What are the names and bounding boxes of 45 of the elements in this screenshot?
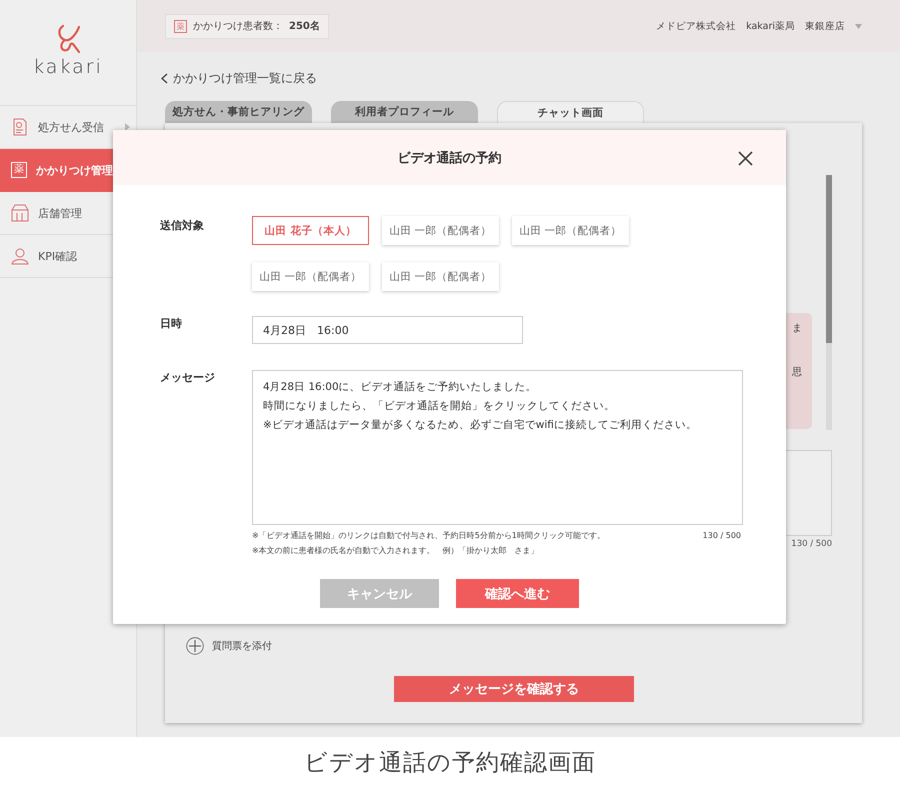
- store-icon: [11, 204, 29, 222]
- field-label: 送信対象: [160, 218, 205, 234]
- scrollbar[interactable]: [826, 175, 832, 430]
- company-name: メドピア株式会社: [656, 20, 736, 32]
- datetime-field[interactable]: 4月28日 16:00: [252, 316, 523, 344]
- recipient-option[interactable]: 山田 花子（本人）: [252, 216, 369, 245]
- bubble-text: 思: [792, 366, 802, 379]
- logo-text: kakari: [33, 56, 103, 78]
- caption: ビデオ通話の予約確認画面: [304, 748, 596, 778]
- confirm-message-button[interactable]: メッセージを確認する: [394, 676, 634, 702]
- recipient-option[interactable]: 山田 一郎（配偶者）: [512, 216, 629, 245]
- character-counter: 130 / 500: [791, 539, 832, 549]
- message-field[interactable]: 4月28日 16:00に、ビデオ通話をご予約いたしました。 時間になりましたら、「ビデオ通話を開始」をクリックしてください。 ※ビデオ通話はデータ量が多くなるため、必ずご自宅でwifiに接続してご利用ください。: [252, 370, 743, 525]
- note-text: ※「ビデオ通話を開始」のリンクは自動で付与され、予約日時5分前から1時間クリック可能です。: [252, 530, 605, 542]
- pharmacy-badge: 薬: [11, 162, 27, 178]
- dialog-title: ビデオ通話の予約: [398, 150, 502, 166]
- recipient-option[interactable]: 山田 一郎（配偶者）: [252, 262, 369, 291]
- chevron-left-icon: [161, 73, 168, 84]
- document-icon: [11, 118, 29, 136]
- message-line: 時間になりましたら、「ビデオ通話を開始」をクリックしてください。: [263, 399, 616, 414]
- attach-link[interactable]: 質問票を添付: [186, 637, 272, 655]
- caret-icon: [125, 123, 130, 131]
- bubble-text: ま: [792, 322, 802, 335]
- note-text: ※本文の前に患者様の氏名が自動で入力されます。 例）「掛かり太郎 さま」: [252, 545, 540, 557]
- field-label: 日時: [160, 316, 183, 332]
- back-link[interactable]: かかりつけ管理一覧に戻る: [161, 70, 317, 87]
- pharmacy-badge: 薬: [174, 20, 187, 32]
- recipient-option[interactable]: 山田 一郎（配偶者）: [382, 216, 499, 245]
- recipient-option[interactable]: 山田 一郎（配偶者）: [382, 262, 499, 291]
- store-selector[interactable]: 東銀座店: [805, 20, 845, 32]
- proceed-button[interactable]: 確認へ進む: [456, 579, 579, 608]
- field-label: メッセージ: [160, 370, 216, 386]
- tab[interactable]: 処方せん・事前ヒアリング: [165, 101, 312, 123]
- character-counter: 130 / 500: [702, 530, 741, 542]
- message-line: ※ビデオ通話はデータ量が多くなるため、必ずご自宅でwifiに接続してご利用ください。: [263, 418, 698, 433]
- close-icon[interactable]: [738, 151, 753, 166]
- patient-count: 250名: [289, 20, 320, 33]
- message-line: 4月28日 16:00に、ビデオ通話をご予約いたしました。: [263, 380, 538, 395]
- dropdown-caret-icon: [855, 24, 862, 28]
- patient-count-label: かかりつけ患者数：: [193, 20, 283, 33]
- pharmacy-name: kakari薬局: [746, 20, 795, 32]
- plus-icon: [186, 637, 204, 655]
- person-icon: [11, 247, 29, 265]
- tab[interactable]: チャット画面: [497, 101, 644, 123]
- tab[interactable]: 利用者プロフィール: [331, 101, 478, 123]
